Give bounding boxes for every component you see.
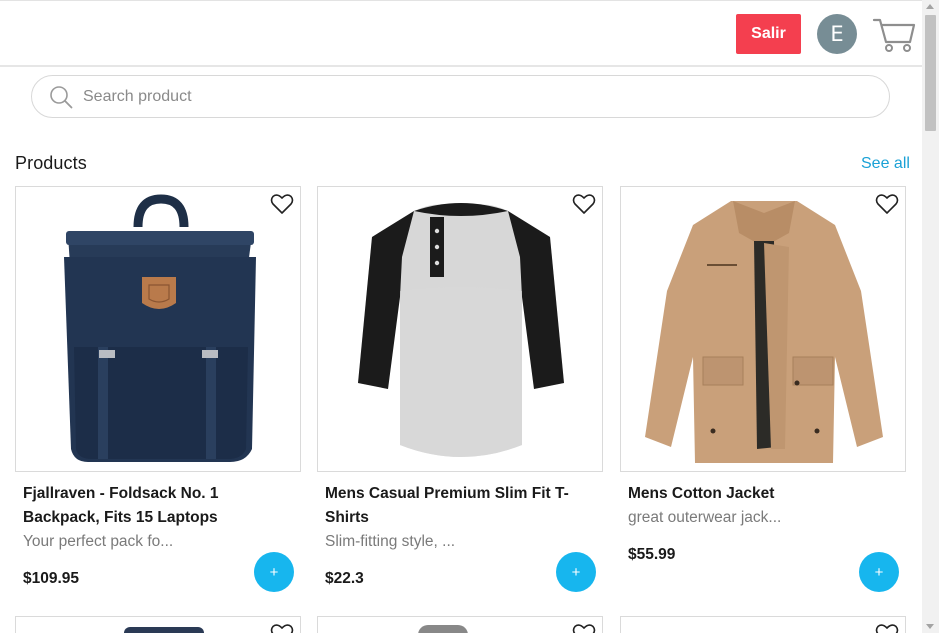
- heart-icon[interactable]: [572, 193, 596, 215]
- product-price: $55.99: [628, 546, 676, 563]
- heart-icon[interactable]: [270, 193, 294, 215]
- product-image-fragment: [418, 625, 468, 633]
- product-name[interactable]: Mens Casual Premium Slim Fit T-Shirts: [325, 482, 596, 530]
- backpack-image: [64, 194, 256, 462]
- section-title: Products: [15, 153, 87, 173]
- product-card[interactable]: Fjallraven - Foldsack No. 1 Backpack, Fi…: [15, 186, 302, 596]
- product-image[interactable]: [620, 186, 906, 472]
- search-bar: [31, 75, 890, 118]
- product-description: Your perfect pack fo...: [23, 533, 174, 550]
- jacket-image: [645, 201, 883, 463]
- heart-icon[interactable]: [875, 193, 899, 215]
- add-to-cart-button[interactable]: +: [556, 552, 596, 592]
- search-input[interactable]: [83, 87, 843, 106]
- see-all-link[interactable]: See all: [861, 155, 910, 173]
- scrollbar-thumb[interactable]: [925, 15, 936, 131]
- cart-icon[interactable]: [872, 14, 916, 54]
- product-image-fragment: [124, 627, 204, 633]
- logout-button[interactable]: Salir: [736, 14, 801, 54]
- user-avatar[interactable]: E: [817, 14, 857, 54]
- product-description: Slim-fitting style, ...: [325, 533, 456, 550]
- product-image[interactable]: [15, 186, 301, 472]
- add-to-cart-button[interactable]: +: [859, 552, 899, 592]
- heart-icon[interactable]: [875, 623, 899, 633]
- product-card[interactable]: Mens Casual Premium Slim Fit T-Shirts Sl…: [317, 186, 604, 596]
- add-to-cart-button[interactable]: +: [254, 552, 294, 592]
- scroll-up-arrow-icon[interactable]: [926, 4, 934, 9]
- product-name[interactable]: Mens Cotton Jacket: [628, 482, 899, 506]
- product-price: $109.95: [23, 570, 80, 587]
- product-card[interactable]: Mens Cotton Jacket great outerwear jack.…: [620, 186, 907, 596]
- heart-icon[interactable]: [572, 623, 596, 633]
- top-navbar: Salir E: [0, 0, 922, 67]
- vertical-scrollbar[interactable]: [922, 0, 939, 633]
- product-card-partial[interactable]: [15, 616, 301, 633]
- product-image[interactable]: [317, 186, 603, 472]
- scroll-down-arrow-icon[interactable]: [926, 624, 934, 629]
- product-card-partial[interactable]: [620, 616, 906, 633]
- product-name[interactable]: Fjallraven - Foldsack No. 1 Backpack, Fi…: [23, 482, 294, 530]
- product-description: great outerwear jack...: [628, 509, 782, 526]
- tshirt-image: [358, 203, 564, 457]
- product-price: $22.3: [325, 570, 364, 587]
- product-card-partial[interactable]: [317, 616, 603, 633]
- search-icon: [50, 85, 73, 108]
- heart-icon[interactable]: [270, 623, 294, 633]
